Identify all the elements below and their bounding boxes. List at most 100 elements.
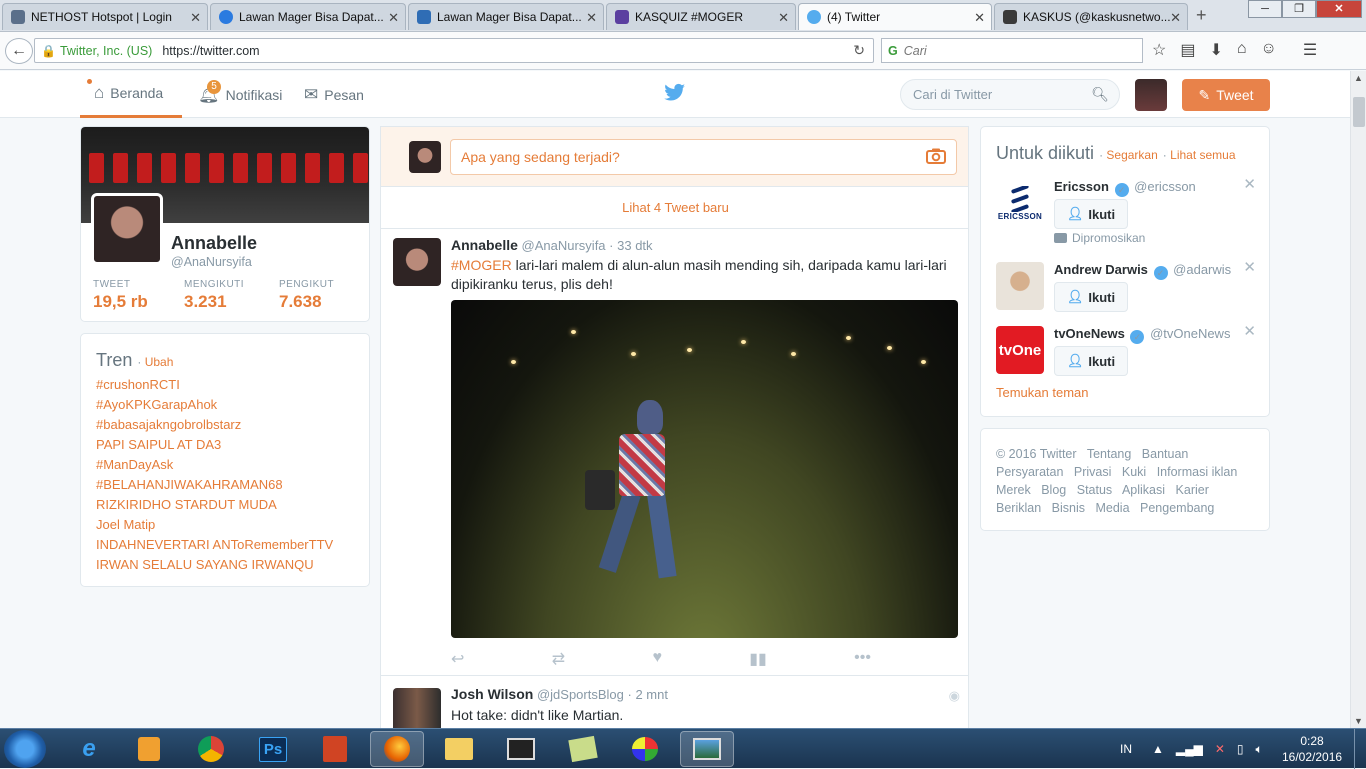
show-desktop-button[interactable] [1354, 729, 1366, 769]
tweet-author-name[interactable]: Josh Wilson [451, 686, 533, 702]
trend-item[interactable]: #BELAHANJIWAKAHRAMAN68 [96, 477, 354, 493]
signal-icon[interactable]: ▂▄▆ [1176, 742, 1203, 756]
page-scrollbar[interactable]: ▲ ▼ [1350, 71, 1366, 728]
tweet-timestamp[interactable]: 2 mnt [635, 687, 668, 702]
trend-item[interactable]: PAPI SAIPUL AT DA3 [96, 437, 354, 453]
dismiss-icon[interactable]: ✕ [1243, 258, 1256, 276]
follow-button[interactable]: 👤︎ Ikuti [1054, 199, 1128, 229]
notes-icon[interactable] [556, 731, 610, 767]
tvone-logo[interactable]: tvOne [996, 326, 1044, 374]
twitter-search-input[interactable]: Cari di Twitter 🔍︎ [900, 79, 1120, 110]
footer-link[interactable]: Bantuan [1142, 447, 1189, 461]
tweet-avatar[interactable] [393, 238, 441, 286]
photoshop-icon[interactable]: Ps [246, 731, 300, 767]
footer-link[interactable]: © 2016 Twitter [996, 447, 1077, 461]
like-heart-icon[interactable]: ♥ [652, 649, 662, 669]
trend-item[interactable]: Joel Matip [96, 517, 354, 533]
footer-link[interactable]: Pengembang [1140, 501, 1214, 515]
footer-link[interactable]: Merek [996, 483, 1031, 497]
media-player-icon[interactable] [122, 731, 176, 767]
footer-link[interactable]: Blog [1041, 483, 1066, 497]
browser-tab-lawan-mager-1[interactable]: Lawan Mager Bisa Dapat... ✕ [210, 3, 406, 30]
reply-icon[interactable]: ↩ [451, 649, 464, 669]
analytics-icon[interactable]: ▮▮ [749, 649, 767, 669]
browser-tab-nethost[interactable]: NETHOST Hotspot | Login ✕ [2, 3, 208, 30]
tweet-photo[interactable] [451, 300, 958, 638]
search-icon[interactable]: 🔍︎ [1091, 86, 1109, 103]
nav-messages[interactable]: ✉ Pesan [304, 71, 364, 118]
tweet-compose-input[interactable]: Apa yang sedang terjadi? [450, 139, 957, 175]
footer-link[interactable]: Bisnis [1052, 501, 1085, 515]
footer-link[interactable]: Privasi [1074, 465, 1112, 479]
battery-icon[interactable]: ▯ [1237, 742, 1244, 756]
close-icon[interactable]: ✕ [388, 10, 399, 26]
tweet-author-handle[interactable]: @AnaNursyifa [522, 238, 606, 253]
footer-link[interactable]: Beriklan [996, 501, 1041, 515]
new-tab-button[interactable]: + [1196, 5, 1207, 26]
video-editor-icon[interactable] [494, 731, 548, 767]
more-options-icon[interactable]: ••• [854, 649, 871, 669]
address-bar[interactable]: 🔒 Twitter, Inc. (US) https://twitter.com… [34, 38, 874, 63]
scroll-down-icon[interactable]: ▼ [1354, 716, 1363, 726]
file-explorer-icon[interactable] [432, 731, 486, 767]
find-friends-link[interactable]: Temukan teman [996, 385, 1089, 400]
footer-link[interactable]: Status [1077, 483, 1112, 497]
dismiss-icon[interactable]: ✕ [1243, 175, 1256, 193]
tweet-timestamp[interactable]: 33 dtk [617, 238, 652, 253]
tweet[interactable]: Annabelle @AnaNursyifa · 33 dtk #MOGER l… [381, 230, 968, 676]
chrome-icon[interactable] [184, 731, 238, 767]
stat-followers[interactable]: PENGIKUT 7.638 [279, 279, 334, 312]
stat-tweets[interactable]: TWEET 19,5 rb [93, 279, 148, 312]
nav-notifications[interactable]: 🔔︎ Notifikasi [198, 71, 282, 118]
scroll-thumb[interactable] [1353, 97, 1365, 127]
camera-icon[interactable] [926, 148, 946, 164]
account-name[interactable]: Ericsson [1054, 179, 1109, 194]
paint-icon[interactable] [618, 731, 672, 767]
close-icon[interactable]: ✕ [586, 10, 597, 26]
hashtag-link[interactable]: #MOGER [451, 257, 512, 273]
footer-link[interactable]: Karier [1176, 483, 1209, 497]
tweet-author-name[interactable]: Annabelle [451, 237, 518, 253]
account-handle[interactable]: @ericsson [1134, 179, 1196, 194]
reload-icon[interactable]: ↻ [853, 42, 865, 59]
start-button[interactable] [4, 730, 46, 768]
trend-item[interactable]: IRWAN SELALU SAYANG IRWANQU [96, 557, 354, 573]
powerpoint-icon[interactable] [308, 731, 362, 767]
footer-link[interactable]: Persyaratan [996, 465, 1063, 479]
browser-tab-kaskus[interactable]: KASKUS (@kaskusnetwo... ✕ [994, 3, 1188, 30]
view-all-link[interactable]: Lihat semua [1170, 148, 1235, 162]
close-icon[interactable]: ✕ [190, 10, 201, 26]
volume-icon[interactable]: 🔈︎ [1256, 742, 1263, 757]
browser-tab-twitter[interactable]: (4) Twitter ✕ [798, 3, 992, 30]
reading-list-icon[interactable]: ▤ [1180, 40, 1195, 60]
download-icon[interactable]: ⬇ [1209, 40, 1222, 60]
profile-handle[interactable]: @AnaNursyifa [171, 255, 252, 269]
close-icon[interactable]: ✕ [974, 10, 985, 26]
tweet-author-handle[interactable]: @jdSportsBlog [537, 687, 624, 702]
footer-link[interactable]: Aplikasi [1122, 483, 1165, 497]
retweet-icon[interactable]: ⇄ [552, 649, 565, 669]
profile-name[interactable]: Annabelle [171, 233, 257, 254]
footer-link[interactable]: Kuki [1122, 465, 1146, 479]
account-handle[interactable]: @tvOneNews [1150, 326, 1230, 341]
show-hidden-icons-icon[interactable]: ▲ [1152, 742, 1164, 756]
firefox-icon[interactable] [370, 731, 424, 767]
new-tweets-bar[interactable]: Lihat 4 Tweet baru [381, 187, 968, 229]
refresh-link[interactable]: Segarkan [1106, 148, 1157, 162]
follow-button[interactable]: 👤︎ Ikuti [1054, 282, 1128, 312]
nav-home[interactable]: ⌂ Beranda [80, 71, 182, 118]
stat-following[interactable]: MENGIKUTI 3.231 [184, 279, 244, 312]
compose-tweet-button[interactable]: ✎ Tweet [1182, 79, 1270, 111]
photo-viewer-icon[interactable] [680, 731, 734, 767]
chat-icon[interactable]: ☺ [1261, 40, 1277, 60]
footer-link[interactable]: Media [1095, 501, 1129, 515]
trend-item[interactable]: INDAHNEVERTARI ANToRememberTTV [96, 537, 354, 553]
trend-item[interactable]: #crushonRCTI [96, 377, 354, 393]
footer-link[interactable]: Tentang [1087, 447, 1131, 461]
minimize-button[interactable]: ─ [1248, 0, 1282, 18]
browser-tab-kasquiz[interactable]: KASQUIZ #MOGER ✕ [606, 3, 796, 30]
close-icon[interactable]: ✕ [1170, 10, 1181, 26]
trend-item[interactable]: #babasajakngobrolbstarz [96, 417, 354, 433]
twitter-bird-icon[interactable] [664, 83, 686, 103]
home-icon[interactable]: ⌂ [1237, 40, 1247, 60]
